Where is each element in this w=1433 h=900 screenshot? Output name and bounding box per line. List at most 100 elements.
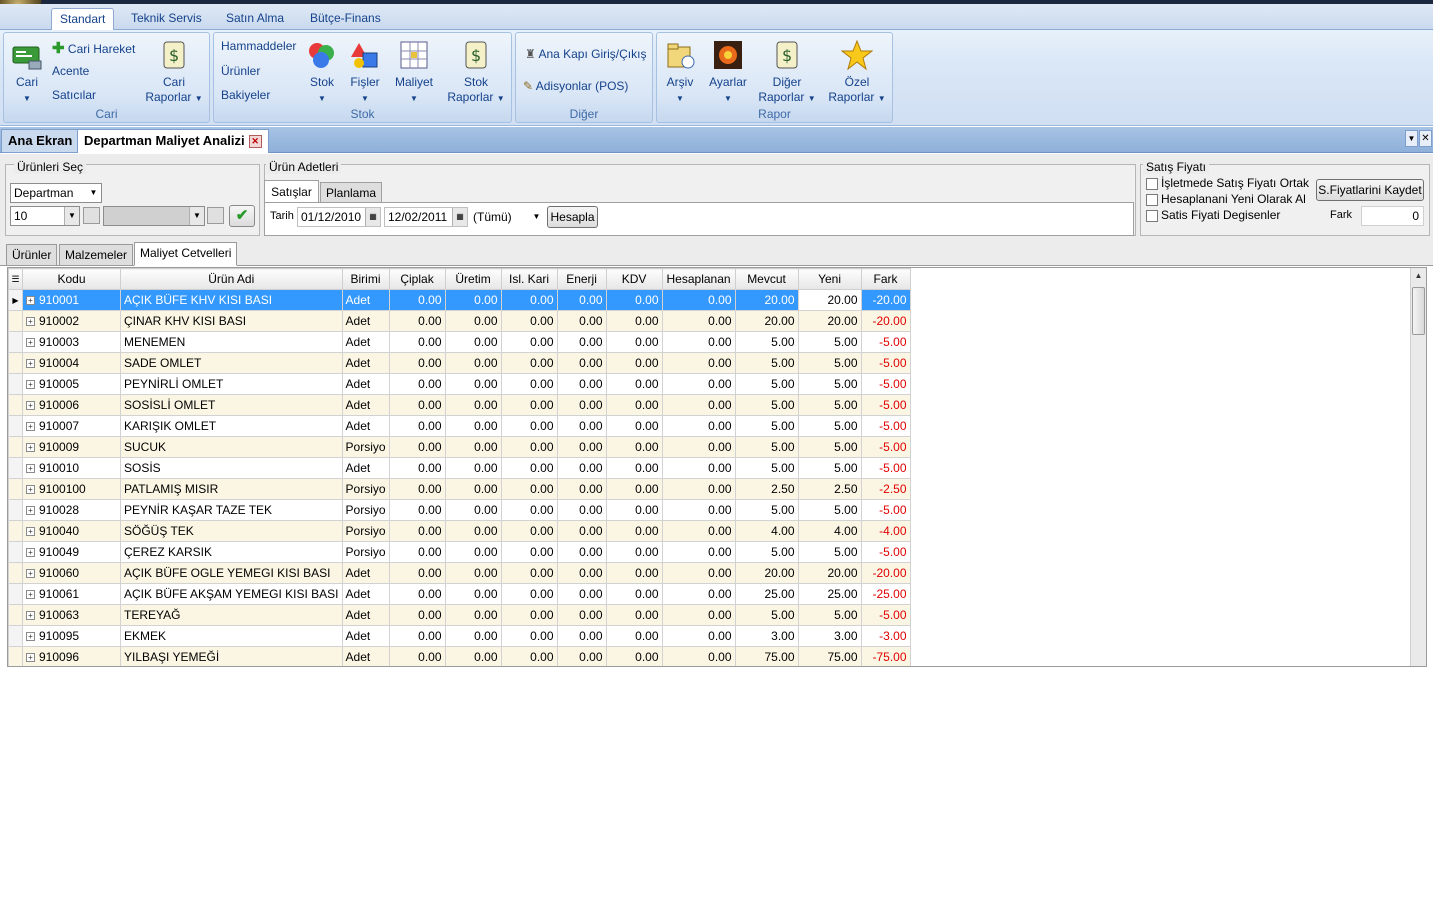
isletmede-ortak-checkbox[interactable] — [1146, 178, 1158, 190]
cell-kdv[interactable]: 0.00 — [605, 499, 663, 521]
cell-uretim[interactable]: 0.00 — [444, 562, 502, 584]
cell-hesaplanan[interactable]: 0.00 — [661, 562, 736, 584]
cell-mevcut[interactable]: 4.00 — [734, 520, 799, 542]
urunler-button[interactable]: Ürünler — [221, 64, 260, 78]
cell-uretim[interactable]: 0.00 — [444, 310, 502, 332]
cell-kdv[interactable]: 0.00 — [605, 289, 663, 311]
cell-urun-adi[interactable]: SADE OMLET — [120, 352, 343, 374]
cell-ciplak[interactable]: 0.00 — [388, 625, 446, 647]
cell-isl-kari[interactable]: 0.00 — [500, 541, 558, 563]
cell-yeni[interactable]: 5.00 — [797, 436, 862, 458]
dept-lookup-icon[interactable] — [83, 207, 100, 224]
cell-hesaplanan[interactable]: 0.00 — [661, 646, 736, 666]
cell-isl-kari[interactable]: 0.00 — [500, 478, 558, 500]
adisyonlar-button[interactable]: ✎ Adisyonlar (POS) — [523, 79, 628, 93]
cell-ciplak[interactable]: 0.00 — [388, 289, 446, 311]
tab-urunler[interactable]: Ürünler — [6, 244, 58, 266]
cell-uretim[interactable]: 0.00 — [444, 583, 502, 605]
date-to-input[interactable]: 12/02/2011 ▦ — [384, 207, 468, 227]
column-chooser-icon[interactable]: ☰ — [8, 268, 23, 290]
expand-row-icon[interactable]: + — [26, 464, 35, 474]
cell-hesaplanan[interactable]: 0.00 — [661, 478, 736, 500]
row-indicator[interactable] — [8, 331, 23, 353]
cell-hesaplanan[interactable]: 0.00 — [661, 394, 736, 416]
cell-urun-adi[interactable]: PEYNİR KAŞAR TAZE TEK — [120, 499, 343, 521]
expand-row-icon[interactable]: + — [26, 548, 35, 558]
cell-fark[interactable]: -2.50 — [860, 478, 911, 500]
cell-yeni[interactable]: 5.00 — [797, 352, 862, 374]
cell-yeni[interactable]: 5.00 — [797, 394, 862, 416]
cell-enerji[interactable]: 0.00 — [556, 394, 607, 416]
cell-birimi[interactable]: Adet — [341, 646, 390, 666]
cell-enerji[interactable]: 0.00 — [556, 310, 607, 332]
column-header[interactable]: Kodu — [22, 268, 121, 290]
column-header[interactable]: Ürün Adi — [120, 268, 343, 290]
cell-kdv[interactable]: 0.00 — [605, 478, 663, 500]
arsiv-button[interactable]: Arşiv ▼ — [660, 39, 700, 106]
cell-birimi[interactable]: Porsiyo — [341, 499, 390, 521]
cell-ciplak[interactable]: 0.00 — [388, 457, 446, 479]
cell-mevcut[interactable]: 5.00 — [734, 541, 799, 563]
expand-row-icon[interactable]: + — [26, 422, 35, 432]
cell-yeni[interactable]: 4.00 — [797, 520, 862, 542]
cell-birimi[interactable]: Adet — [341, 457, 390, 479]
cell-hesaplanan[interactable]: 0.00 — [661, 352, 736, 374]
cell-mevcut[interactable]: 5.00 — [734, 352, 799, 374]
expand-row-icon[interactable]: + — [26, 611, 35, 621]
cell-fark[interactable]: -75.00 — [860, 646, 911, 666]
cell-fark[interactable]: -5.00 — [860, 436, 911, 458]
cell-uretim[interactable]: 0.00 — [444, 646, 502, 666]
cell-kodu[interactable]: +910006 — [22, 394, 121, 416]
bakiyeler-button[interactable]: Bakiyeler — [221, 88, 270, 102]
column-header[interactable]: Fark — [860, 268, 911, 290]
cell-ciplak[interactable]: 0.00 — [388, 478, 446, 500]
cell-urun-adi[interactable]: KARIŞIK OMLET — [120, 415, 343, 437]
cell-ciplak[interactable]: 0.00 — [388, 499, 446, 521]
cell-mevcut[interactable]: 5.00 — [734, 604, 799, 626]
cell-urun-adi[interactable]: ÇEREZ KARSIK — [120, 541, 343, 563]
cell-birimi[interactable]: Adet — [341, 604, 390, 626]
cell-isl-kari[interactable]: 0.00 — [500, 625, 558, 647]
cell-isl-kari[interactable]: 0.00 — [500, 310, 558, 332]
cell-urun-adi[interactable]: SUCUK — [120, 436, 343, 458]
cell-yeni[interactable]: 5.00 — [797, 373, 862, 395]
cell-enerji[interactable]: 0.00 — [556, 583, 607, 605]
row-indicator[interactable] — [8, 457, 23, 479]
cell-uretim[interactable]: 0.00 — [444, 457, 502, 479]
expand-row-icon[interactable]: + — [26, 527, 35, 537]
cell-isl-kari[interactable]: 0.00 — [500, 520, 558, 542]
cell-birimi[interactable]: Porsiyo — [341, 478, 390, 500]
cell-urun-adi[interactable]: SÖĞÜŞ TEK — [120, 520, 343, 542]
cell-uretim[interactable]: 0.00 — [444, 541, 502, 563]
cell-uretim[interactable]: 0.00 — [444, 478, 502, 500]
cell-mevcut[interactable]: 5.00 — [734, 436, 799, 458]
table-row[interactable]: +910007 KARIŞIK OMLET Adet 0.00 0.00 0.00 0.00… — [8, 415, 911, 437]
expand-row-icon[interactable]: + — [26, 317, 35, 327]
cell-mevcut[interactable]: 5.00 — [734, 331, 799, 353]
ribbon-tab-standart[interactable]: Standart — [51, 8, 115, 31]
cell-mevcut[interactable]: 20.00 — [734, 289, 799, 311]
table-row[interactable]: +9100100 PATLAMIŞ MISIR Porsiyo 0.00 0.00 0.0… — [8, 478, 911, 500]
expand-row-icon[interactable]: + — [26, 485, 35, 495]
cell-isl-kari[interactable]: 0.00 — [500, 373, 558, 395]
column-header[interactable]: Üretim — [444, 268, 502, 290]
cell-ciplak[interactable]: 0.00 — [388, 415, 446, 437]
row-indicator[interactable] — [8, 394, 23, 416]
cell-hesaplanan[interactable]: 0.00 — [661, 331, 736, 353]
cell-uretim[interactable]: 0.00 — [444, 499, 502, 521]
cell-mevcut[interactable]: 2.50 — [734, 478, 799, 500]
ribbon-tab-butce-finans[interactable]: Bütçe-Finans — [302, 8, 389, 31]
expand-row-icon[interactable]: + — [26, 506, 35, 516]
cell-isl-kari[interactable]: 0.00 — [500, 436, 558, 458]
cell-mevcut[interactable]: 5.00 — [734, 415, 799, 437]
cell-ciplak[interactable]: 0.00 — [388, 562, 446, 584]
table-row[interactable]: +910049 ÇEREZ KARSIK Porsiyo 0.00 0.00 0.00 0.… — [8, 541, 911, 563]
cell-fark[interactable]: -5.00 — [860, 352, 911, 374]
cell-ciplak[interactable]: 0.00 — [388, 352, 446, 374]
table-row[interactable]: +910010 SOSİS Adet 0.00 0.00 0.00 0.00 0.00 0.00… — [8, 457, 911, 479]
cell-enerji[interactable]: 0.00 — [556, 289, 607, 311]
cell-yeni[interactable]: 3.00 — [797, 625, 862, 647]
cell-ciplak[interactable]: 0.00 — [388, 604, 446, 626]
cell-urun-adi[interactable]: PATLAMIŞ MISIR — [120, 478, 343, 500]
expand-row-icon[interactable]: + — [26, 296, 35, 306]
